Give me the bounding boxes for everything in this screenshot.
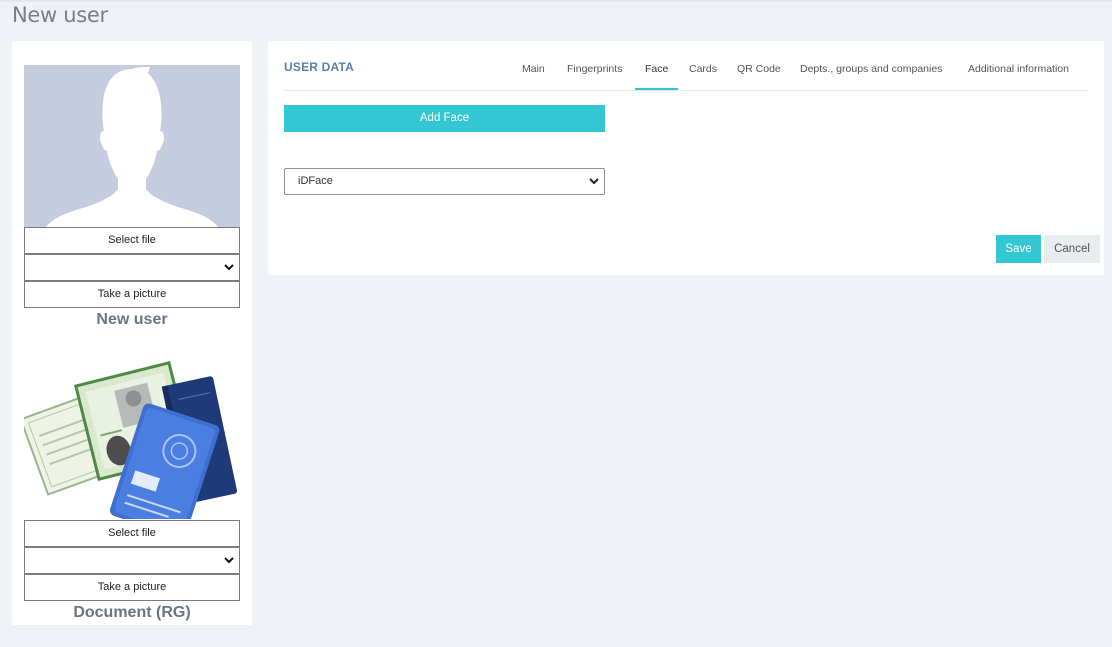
add-face-button[interactable]: Add Face: [284, 105, 605, 132]
cancel-button[interactable]: Cancel: [1044, 235, 1100, 263]
user-data-panel: USER DATA Main Fingerprints Face Cards Q…: [268, 41, 1104, 275]
tab-cards[interactable]: Cards: [679, 61, 727, 90]
chevron-down-icon: [224, 264, 234, 271]
chevron-down-icon: [589, 178, 599, 185]
device-select[interactable]: iDFace: [284, 168, 605, 195]
id-documents-image: [24, 360, 238, 519]
tab-depts-groups-companies[interactable]: Depts., groups and companies: [790, 61, 952, 90]
document-photo-source-select[interactable]: [24, 547, 240, 574]
photo-panel: Select file Take a picture New user Sele…: [12, 41, 252, 625]
device-select-value: iDFace: [298, 175, 333, 187]
user-take-picture-button[interactable]: Take a picture: [24, 281, 240, 308]
tab-additional-information[interactable]: Additional information: [958, 61, 1079, 90]
tabs-divider: [284, 90, 1088, 91]
top-border: [0, 0, 1112, 2]
document-photo-caption: Document (RG): [73, 604, 191, 621]
tab-main[interactable]: Main: [512, 61, 555, 90]
tab-fingerprints[interactable]: Fingerprints: [557, 61, 632, 90]
user-photo-source-select[interactable]: [24, 254, 240, 281]
person-silhouette-icon: [24, 65, 240, 227]
user-select-file-button[interactable]: Select file: [24, 227, 240, 254]
chevron-down-icon: [224, 557, 234, 564]
save-button[interactable]: Save: [996, 235, 1041, 263]
tab-face[interactable]: Face: [635, 61, 679, 90]
document-select-file-button[interactable]: Select file: [24, 520, 240, 547]
document-take-picture-button[interactable]: Take a picture: [24, 574, 240, 601]
user-photo-caption: New user: [96, 311, 168, 328]
tab-qr-code[interactable]: QR Code: [727, 61, 791, 90]
user-data-tabs: Main Fingerprints Face Cards QR Code Dep…: [268, 61, 1104, 91]
user-avatar-placeholder: [24, 65, 240, 227]
page-title: New user: [12, 3, 108, 27]
